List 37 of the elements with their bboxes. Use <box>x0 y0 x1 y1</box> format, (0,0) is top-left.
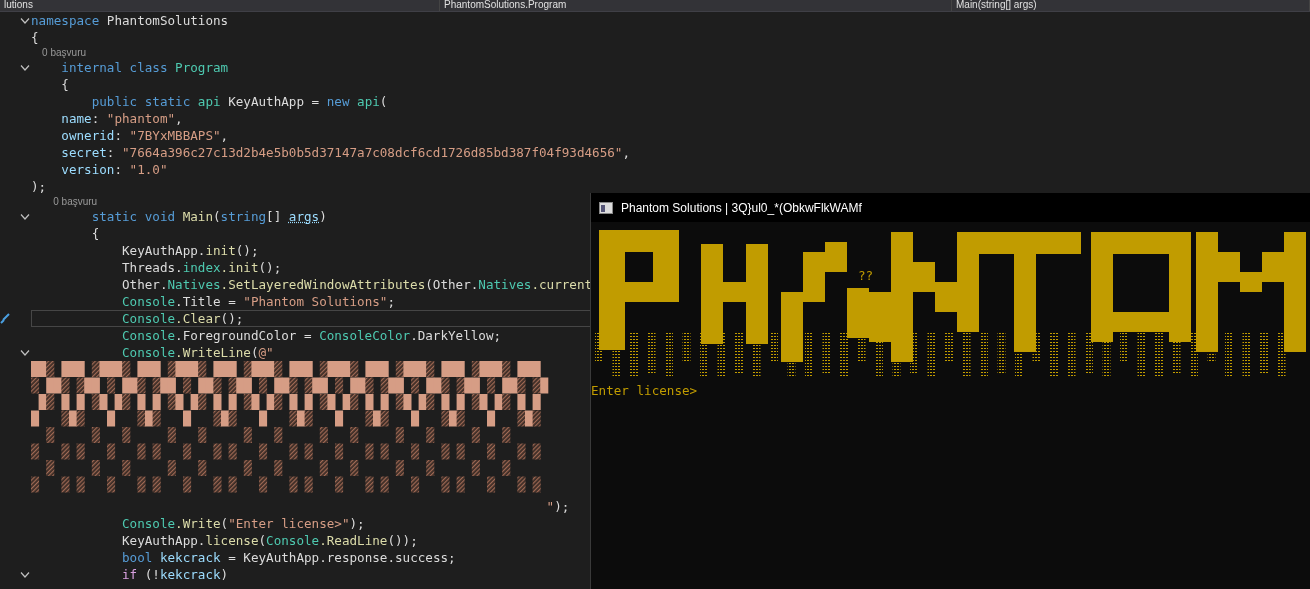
code-line: Threads.index.init(); <box>121 259 282 276</box>
code-line: Console.Write("Enter license>"); <box>121 515 365 532</box>
code-line: bool kekcrack = KeyAuthApp.response.success; <box>121 549 456 566</box>
code-line: internal class Program <box>60 59 229 76</box>
fold-chevron-icon[interactable] <box>20 17 30 24</box>
code-line: KeyAuthApp.init(); <box>121 242 259 259</box>
code-line: version: "1.0" <box>60 161 168 178</box>
navigation-dropdown[interactable]: lutions <box>0 0 440 11</box>
code-line: name: "phantom", <box>60 110 183 127</box>
code-line: "); <box>545 498 570 515</box>
console-text: ?? <box>858 270 874 283</box>
code-line: Console.Title = "Phantom Solutions"; <box>121 293 395 310</box>
console-title: Phantom Solutions | 3Q}ul0_*(ObkwFlkWAMf <box>621 200 862 215</box>
code-line: if (!kekcrack) <box>121 566 229 583</box>
console-prompt: Enter license> <box>591 383 698 398</box>
code-line: ownerid: "7BYxMBBAPS", <box>60 127 229 144</box>
fold-chevron-icon[interactable] <box>20 571 30 578</box>
code-line: { <box>60 76 69 93</box>
code-line: KeyAuthApp.license(Console.ReadLine()); <box>121 532 418 549</box>
code-line: { <box>90 225 100 242</box>
code-line: Console.WriteLine(@" <box>121 344 274 361</box>
console-app-icon <box>599 201 613 214</box>
code-line: secret: "7664a396c27c13d2b4e5b0b5d37147a7c08dcf6cd1726d85bd387f04f93d4656", <box>60 144 630 161</box>
code-line: ); <box>31 178 47 195</box>
code-line: Console.ForegroundColor = ConsoleColor.DarkYellow; <box>121 327 502 344</box>
reference-count[interactable]: 0 başvuru <box>31 195 98 208</box>
fold-chevron-icon[interactable] <box>20 64 30 71</box>
navigation-dropdown[interactable]: PhantomSolutions.Program <box>440 0 952 11</box>
code-line: public static api KeyAuthApp = new api( <box>90 93 388 110</box>
code-line: { <box>31 29 39 46</box>
reference-count[interactable]: 0 başvuru <box>31 46 87 59</box>
fold-chevron-icon[interactable] <box>20 213 30 220</box>
fold-chevron-icon[interactable] <box>20 349 30 356</box>
code-line: Other.Natives.SetLayeredWindowAttributes(Other.Natives.current <box>121 276 593 293</box>
navigation-dropdown[interactable]: Main(string[] args) <box>952 0 1310 11</box>
code-line: static void Main(string[] args) <box>90 208 327 225</box>
code-line: namespace PhantomSolutions <box>31 12 229 29</box>
